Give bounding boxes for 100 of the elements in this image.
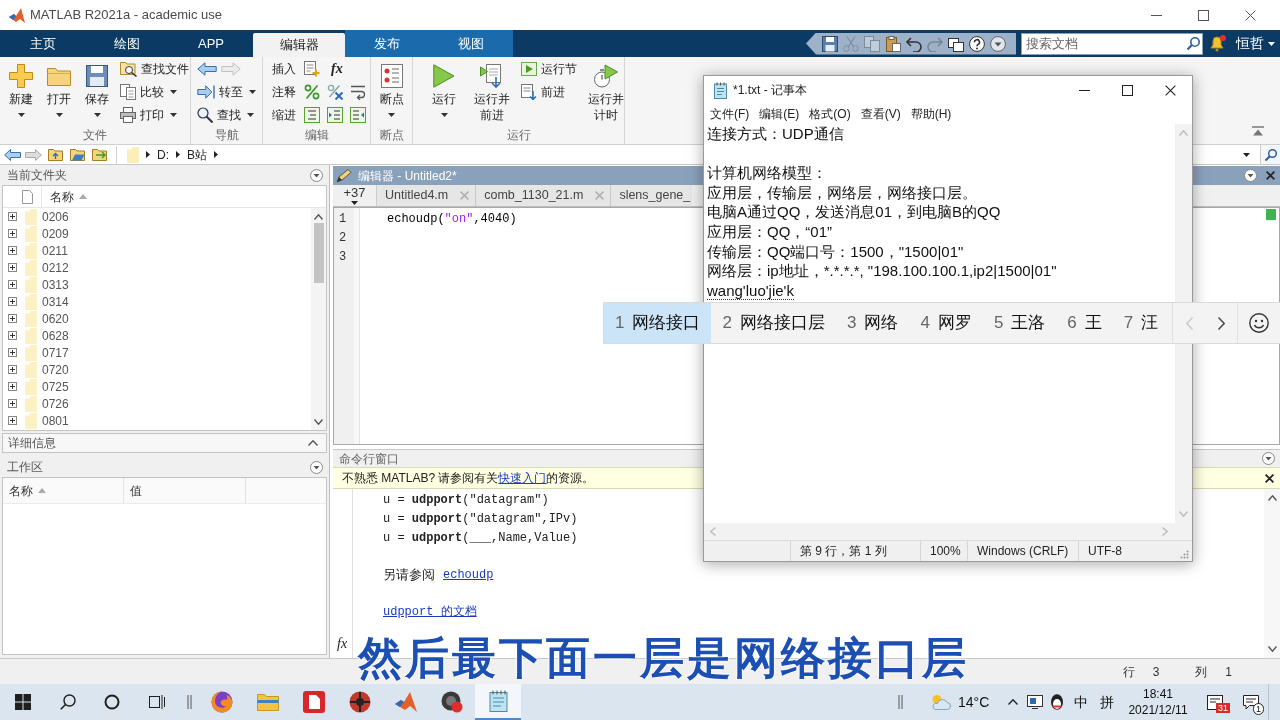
search-icon[interactable] [60, 694, 76, 710]
input-mode-indicator[interactable]: 中 [1074, 691, 1088, 713]
folder-item[interactable]: 0628 [3, 327, 311, 344]
ribbon-button[interactable]: 断点 [372, 57, 411, 128]
expand-icon[interactable] [8, 382, 17, 391]
folder-item[interactable]: 0801 [3, 412, 311, 429]
path-segment[interactable]: B站 [187, 145, 207, 164]
user-menu[interactable]: 恒哲 [1236, 33, 1275, 54]
ribbon-tab[interactable]: 视图 [429, 30, 513, 57]
clock[interactable]: 18:41 2021/12/11 [1120, 686, 1196, 718]
candidate[interactable]: 5 王洛 [982, 303, 1057, 343]
overlapping-windows-icon[interactable] [948, 35, 964, 52]
ime-mode-indicator[interactable]: 拼 [1100, 691, 1114, 713]
column-header[interactable]: 名称 [9, 481, 46, 500]
expand-icon[interactable] [8, 331, 17, 340]
ribbon-button[interactable]: 查找文件 [120, 59, 189, 79]
close-icon[interactable] [1265, 473, 1274, 483]
ribbon-button[interactable]: 转至 [197, 82, 256, 102]
column-header[interactable]: 值 [130, 481, 142, 500]
code-line[interactable]: echoudp("on",4040) [387, 209, 517, 228]
minimize-icon[interactable] [1151, 14, 1162, 16]
expand-icon[interactable] [8, 365, 17, 374]
ribbon-button[interactable]: 查找 [197, 105, 256, 125]
ribbon-button[interactable]: 运行并计时 [587, 57, 625, 128]
dropdown-circle-icon[interactable] [310, 168, 323, 182]
path-segment[interactable]: D: [157, 145, 169, 164]
folder-arrow-icon[interactable] [92, 148, 108, 161]
chevron-up-icon[interactable] [1267, 495, 1277, 501]
candidate[interactable]: 6 王 [1056, 303, 1113, 343]
candidate[interactable]: 1 网络接口 [604, 303, 712, 343]
doc-link[interactable]: udpport 的文档 [383, 602, 477, 621]
arrow-left-icon[interactable] [197, 62, 217, 76]
ribbon-button[interactable]: 新建 [2, 57, 40, 128]
folder-item[interactable]: 0212 [3, 259, 311, 276]
menu-item[interactable]: 编辑(E) [757, 105, 802, 123]
dropdown-circle-icon[interactable] [1262, 452, 1275, 465]
close-icon[interactable] [1245, 9, 1256, 21]
dropdown-circle-icon[interactable] [310, 460, 323, 474]
folder-item[interactable]: 0717 [3, 344, 311, 361]
ribbon-tab[interactable]: 主页 [1, 30, 85, 57]
arrow-left-icon[interactable] [4, 148, 21, 161]
four-squares-icon[interactable] [15, 694, 31, 710]
expand-icon[interactable] [8, 399, 17, 408]
folder-item[interactable]: 0725 [3, 378, 311, 395]
ribbon-tab[interactable]: APP [169, 30, 253, 57]
editor-tab[interactable]: slens_gene_ [611, 185, 693, 206]
function-symbol[interactable]: fx [331, 61, 343, 77]
expand-icon[interactable] [8, 263, 17, 272]
candidate[interactable]: 3 网络 [835, 303, 910, 343]
folder-item[interactable]: 0314 [3, 293, 311, 310]
monitor-icon[interactable] [1027, 695, 1043, 709]
chevron-right-icon[interactable] [1217, 316, 1225, 330]
penguin-icon[interactable] [1050, 694, 1064, 710]
expand-icon[interactable] [8, 297, 17, 306]
ribbon-button[interactable]: 打开 [40, 57, 78, 128]
menu-item[interactable]: 查看(V) [858, 105, 903, 123]
doc-link[interactable]: echoudp [443, 565, 494, 584]
folder-item[interactable]: 0720 [3, 361, 311, 378]
expand-icon[interactable] [8, 348, 17, 357]
expand-icon[interactable] [8, 212, 17, 221]
scrollbar-thumb[interactable] [313, 223, 324, 283]
folder-item[interactable]: 0211 [3, 242, 311, 259]
text-area[interactable]: 连接方式：UDP通信 计算机网络模型： 应用层，传输层，网络层，网络接口层。 电脑A通过QQ，发送消息01，到电脑B的QQ 应用层：QQ，“01” 传输层：QQ端口号：1500，"1500|01" 网络层：ip地址，*.*.*.*, "198.100.100.1,ip2|1500|01" wang'luo'jie'k [707, 124, 1175, 301]
ribbon-button[interactable]: 运行 [425, 57, 463, 128]
undo-icon[interactable] [906, 35, 922, 52]
chevron-down-icon[interactable] [1267, 646, 1277, 652]
dropdown-circle-icon[interactable] [1244, 169, 1257, 182]
ribbon-button[interactable]: 比较 [120, 82, 189, 102]
save-icon[interactable] [822, 35, 838, 52]
ribbon-button[interactable]: 打印 [120, 105, 189, 125]
folder-up-icon[interactable] [48, 148, 63, 161]
menu-item[interactable]: 格式(O) [807, 105, 853, 123]
dropdown-circle-icon[interactable] [990, 35, 1006, 52]
resize-grip-icon[interactable] [1180, 550, 1189, 559]
expand-icon[interactable] [8, 280, 17, 289]
ring-icon[interactable] [104, 694, 120, 710]
ribbon-button[interactable]: 运行并前进 [473, 57, 511, 128]
chevron-down-icon[interactable] [314, 419, 323, 425]
expand-icon[interactable] [8, 229, 17, 238]
clipboard-icon[interactable] [885, 35, 901, 52]
editor-tab[interactable]: Untitled4.m [377, 185, 477, 206]
stacked-windows-icon[interactable] [149, 694, 165, 710]
candidate[interactable]: 2 网络接口层 [711, 303, 836, 343]
menu-item[interactable]: 文件(F) [708, 105, 752, 123]
collapse-ribbon-icon[interactable] [1252, 126, 1264, 136]
ribbon-button[interactable]: 运行节 [521, 59, 577, 79]
ribbon-tab[interactable]: 绘图 [85, 30, 169, 57]
smiley-icon[interactable] [1249, 313, 1269, 333]
expand-icon[interactable] [8, 246, 17, 255]
folder-item[interactable]: 0726 [3, 395, 311, 412]
column-header[interactable]: 名称 [50, 187, 87, 206]
search-icon[interactable] [1264, 148, 1277, 161]
quick-start-link[interactable]: 快速入门 [498, 471, 547, 485]
minimize-icon[interactable] [1079, 89, 1090, 91]
message-icon[interactable] [1243, 694, 1259, 710]
help-icon[interactable] [969, 35, 985, 52]
ribbon-tab[interactable]: 发布 [345, 30, 429, 57]
folder-item[interactable]: 0206 [3, 208, 311, 225]
folder-item[interactable]: 0209 [3, 225, 311, 242]
bell-icon[interactable] [1210, 35, 1226, 52]
